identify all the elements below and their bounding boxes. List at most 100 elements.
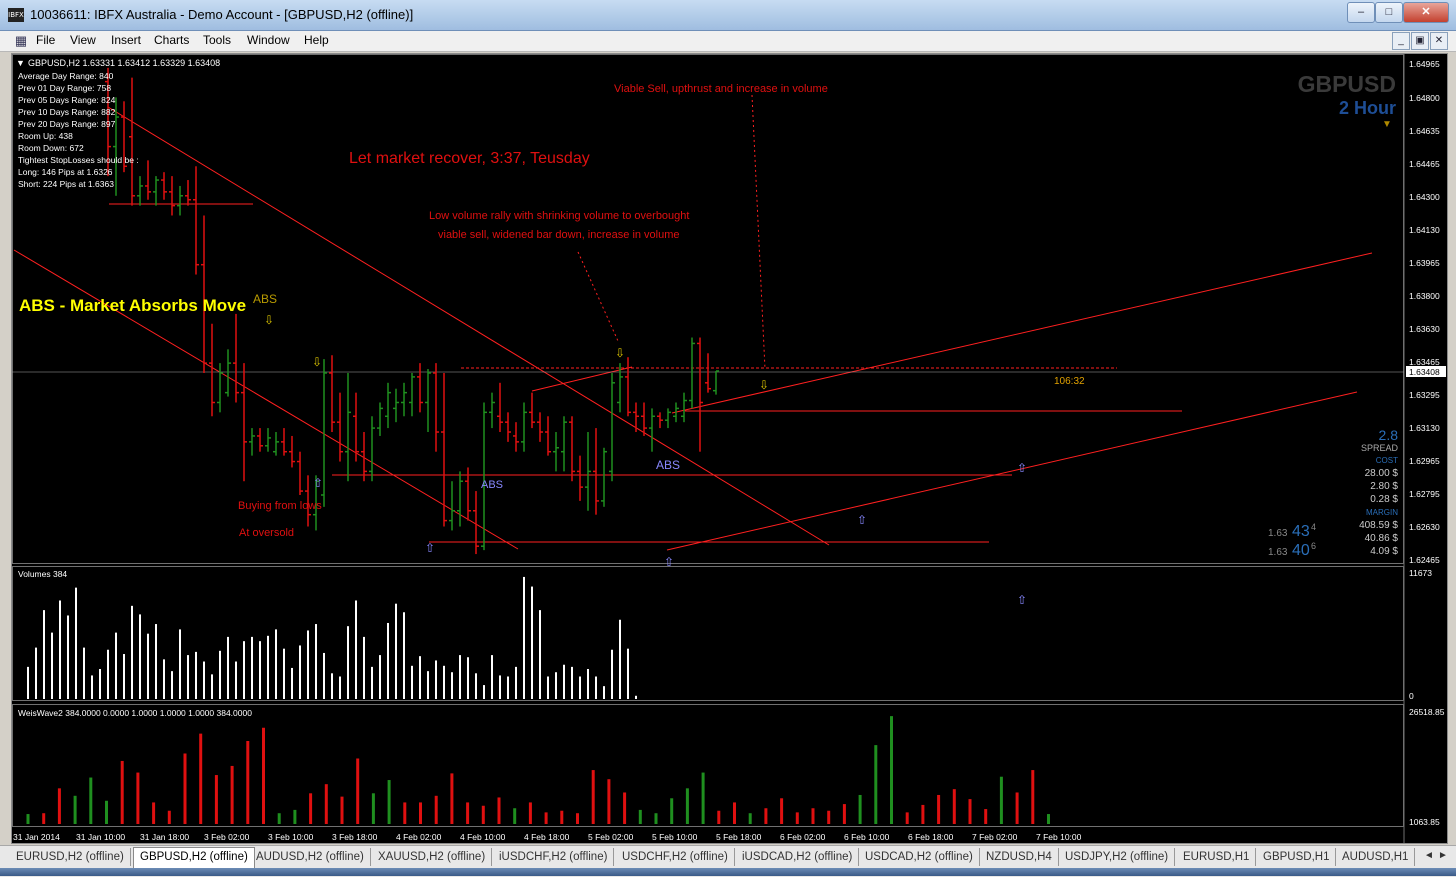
price-bar xyxy=(521,402,527,452)
annotation-low-volume-2: viable sell, widened bar down, increase … xyxy=(438,229,680,241)
window-title: 10036611: IBFX Australia - Demo Account … xyxy=(30,7,414,22)
price-bar xyxy=(697,337,703,452)
chart-tab[interactable]: USDCHF,H2 (offline) xyxy=(616,848,735,866)
info-line: Long: 146 Pips at 1.6326 xyxy=(18,167,113,177)
chart-tab[interactable]: AUDUSD,H2 (offline) xyxy=(250,848,371,866)
time-tick: 6 Feb 10:00 xyxy=(844,832,890,842)
chart-header: GBPUSD,H2 1.63331 1.63412 1.63329 1.6340… xyxy=(28,58,220,68)
price-bar xyxy=(609,372,615,482)
price-bar xyxy=(561,416,567,472)
price-bar xyxy=(633,402,639,433)
bid-prefix: 1.63 xyxy=(1268,528,1288,539)
up-arrow-icon: ⇧ xyxy=(857,513,867,527)
price-tick: 1.62795 xyxy=(1409,489,1440,499)
info-line: Tightest StopLosses should be : xyxy=(18,155,139,165)
tab-prev-arrow-icon[interactable]: ◄ xyxy=(1424,850,1434,861)
mdi-minimize-button[interactable]: _ xyxy=(1392,32,1410,50)
time-tick: 6 Feb 02:00 xyxy=(780,832,826,842)
chart-tab[interactable]: EURUSD,H2 (offline) xyxy=(10,848,131,866)
cost-label: COST xyxy=(1376,456,1398,465)
trend-line-rising-lower xyxy=(666,391,1358,551)
menu-charts[interactable]: Charts xyxy=(150,33,193,47)
price-bar xyxy=(369,416,375,482)
price-bar xyxy=(393,388,399,423)
down-arrow-icon: ⇩ xyxy=(615,346,625,360)
chart-tab[interactable]: AUDUSD,H1 xyxy=(1336,848,1416,866)
price-bar xyxy=(585,432,591,511)
window-minimize-button[interactable]: – xyxy=(1347,2,1375,23)
menu-window[interactable]: Window xyxy=(243,33,294,47)
trend-lines xyxy=(13,106,1373,551)
info-line: Room Down: 672 xyxy=(18,143,84,153)
time-tick: 5 Feb 18:00 xyxy=(716,832,762,842)
app-icon: IBFX xyxy=(8,8,24,22)
price-bar xyxy=(705,353,711,393)
price-bar xyxy=(145,160,151,200)
price-bar xyxy=(545,416,551,456)
menu-bar: ▦ File View Insert Charts Tools Window H… xyxy=(0,31,1456,52)
annotation-abs-label: ABS xyxy=(481,479,503,491)
up-arrow-icon: ⇧ xyxy=(664,555,674,569)
time-tick: 4 Feb 18:00 xyxy=(524,832,570,842)
price-bar xyxy=(489,392,495,429)
margin-value: 4.09 $ xyxy=(1370,546,1398,557)
tab-next-arrow-icon[interactable]: ► xyxy=(1438,850,1448,861)
annotation-abs-label: ABS xyxy=(656,458,680,472)
symbol-watermark: GBPUSD xyxy=(1298,71,1396,97)
price-bar xyxy=(497,382,503,433)
price-bar xyxy=(713,370,719,395)
menu-view[interactable]: View xyxy=(66,33,100,47)
up-arrow-icon: ⇧ xyxy=(1017,593,1027,607)
chart-tab[interactable]: USDJPY,H2 (offline) xyxy=(1059,848,1176,866)
chart-tab[interactable]: USDCAD,H2 (offline) xyxy=(859,848,980,866)
cost-value: 0.28 $ xyxy=(1370,494,1398,505)
weiswave-axis-top: 26518.85 xyxy=(1409,707,1445,717)
price-bar xyxy=(161,172,167,200)
price-tick: 1.62965 xyxy=(1409,456,1440,466)
down-arrow-icon: ⇩ xyxy=(759,378,769,392)
time-tick: 3 Feb 18:00 xyxy=(332,832,378,842)
chart-window[interactable]: ⇩ ⇩ ⇩ ⇩ ⇧ ⇧ ⇧ ⇧ ⇧ ⇧ ▼ GBPUSD,H2 1.63331 … xyxy=(11,53,1448,844)
pointer-viable-sell xyxy=(751,94,766,370)
price-tick: 1.64465 xyxy=(1409,159,1440,169)
chart-tab[interactable]: iUSDCAD,H2 (offline) xyxy=(736,848,860,866)
price-bar xyxy=(273,432,279,456)
price-bar xyxy=(257,428,263,452)
chart-collapse-icon[interactable]: ▼ xyxy=(16,58,25,68)
price-bar xyxy=(577,455,583,501)
chart-tab[interactable]: XAUUSD,H2 (offline) xyxy=(372,848,493,866)
weiswave-label: WeisWave2 384.0000 0.0000 1.0000 1.0000 … xyxy=(18,708,252,718)
chart-tab-active[interactable]: GBPUSD,H2 (offline) xyxy=(133,847,255,868)
price-bar xyxy=(289,435,295,468)
price-bar xyxy=(129,77,135,206)
volumes-axis-bottom: 0 xyxy=(1409,691,1414,701)
menu-insert[interactable]: Insert xyxy=(107,33,145,47)
mdi-restore-button[interactable]: ▣ xyxy=(1411,32,1429,50)
time-tick: 31 Jan 10:00 xyxy=(76,832,125,842)
menu-help[interactable]: Help xyxy=(300,33,333,47)
trend-line-rising-upper xyxy=(671,252,1373,414)
window-close-button[interactable]: ✕ xyxy=(1403,2,1449,23)
time-tick: 31 Jan 2014 xyxy=(13,832,60,842)
signal-arrows: ⇩ ⇩ ⇩ ⇩ ⇧ ⇧ ⇧ ⇧ ⇧ ⇧ xyxy=(264,313,1027,607)
annotation-at-oversold: At oversold xyxy=(239,527,294,539)
bid-small: 4 xyxy=(1311,522,1316,532)
chart-tab[interactable]: iUSDCHF,H2 (offline) xyxy=(493,848,615,866)
price-bar xyxy=(209,323,215,417)
time-tick: 4 Feb 10:00 xyxy=(460,832,506,842)
price-bar xyxy=(177,185,183,216)
chart-tab[interactable]: NZDUSD,H4 xyxy=(980,848,1059,866)
price-bar xyxy=(625,357,631,417)
mdi-close-button[interactable]: ✕ xyxy=(1430,32,1448,50)
price-axis: 1.64965 1.64800 1.64635 1.64465 1.64300 … xyxy=(1409,59,1440,565)
price-tick: 1.63295 xyxy=(1409,390,1440,400)
up-arrow-icon: ⇧ xyxy=(313,476,323,490)
menu-file[interactable]: File xyxy=(32,33,59,47)
price-bar xyxy=(689,337,695,409)
window-maximize-button[interactable]: □ xyxy=(1375,2,1403,23)
info-line: Prev 01 Day Range: 758 xyxy=(18,83,111,93)
chart-window-icon[interactable]: ▦ xyxy=(13,33,29,49)
chart-tab[interactable]: EURUSD,H1 xyxy=(1177,848,1257,866)
menu-tools[interactable]: Tools xyxy=(199,33,235,47)
chart-tab[interactable]: GBPUSD,H1 xyxy=(1257,848,1337,866)
